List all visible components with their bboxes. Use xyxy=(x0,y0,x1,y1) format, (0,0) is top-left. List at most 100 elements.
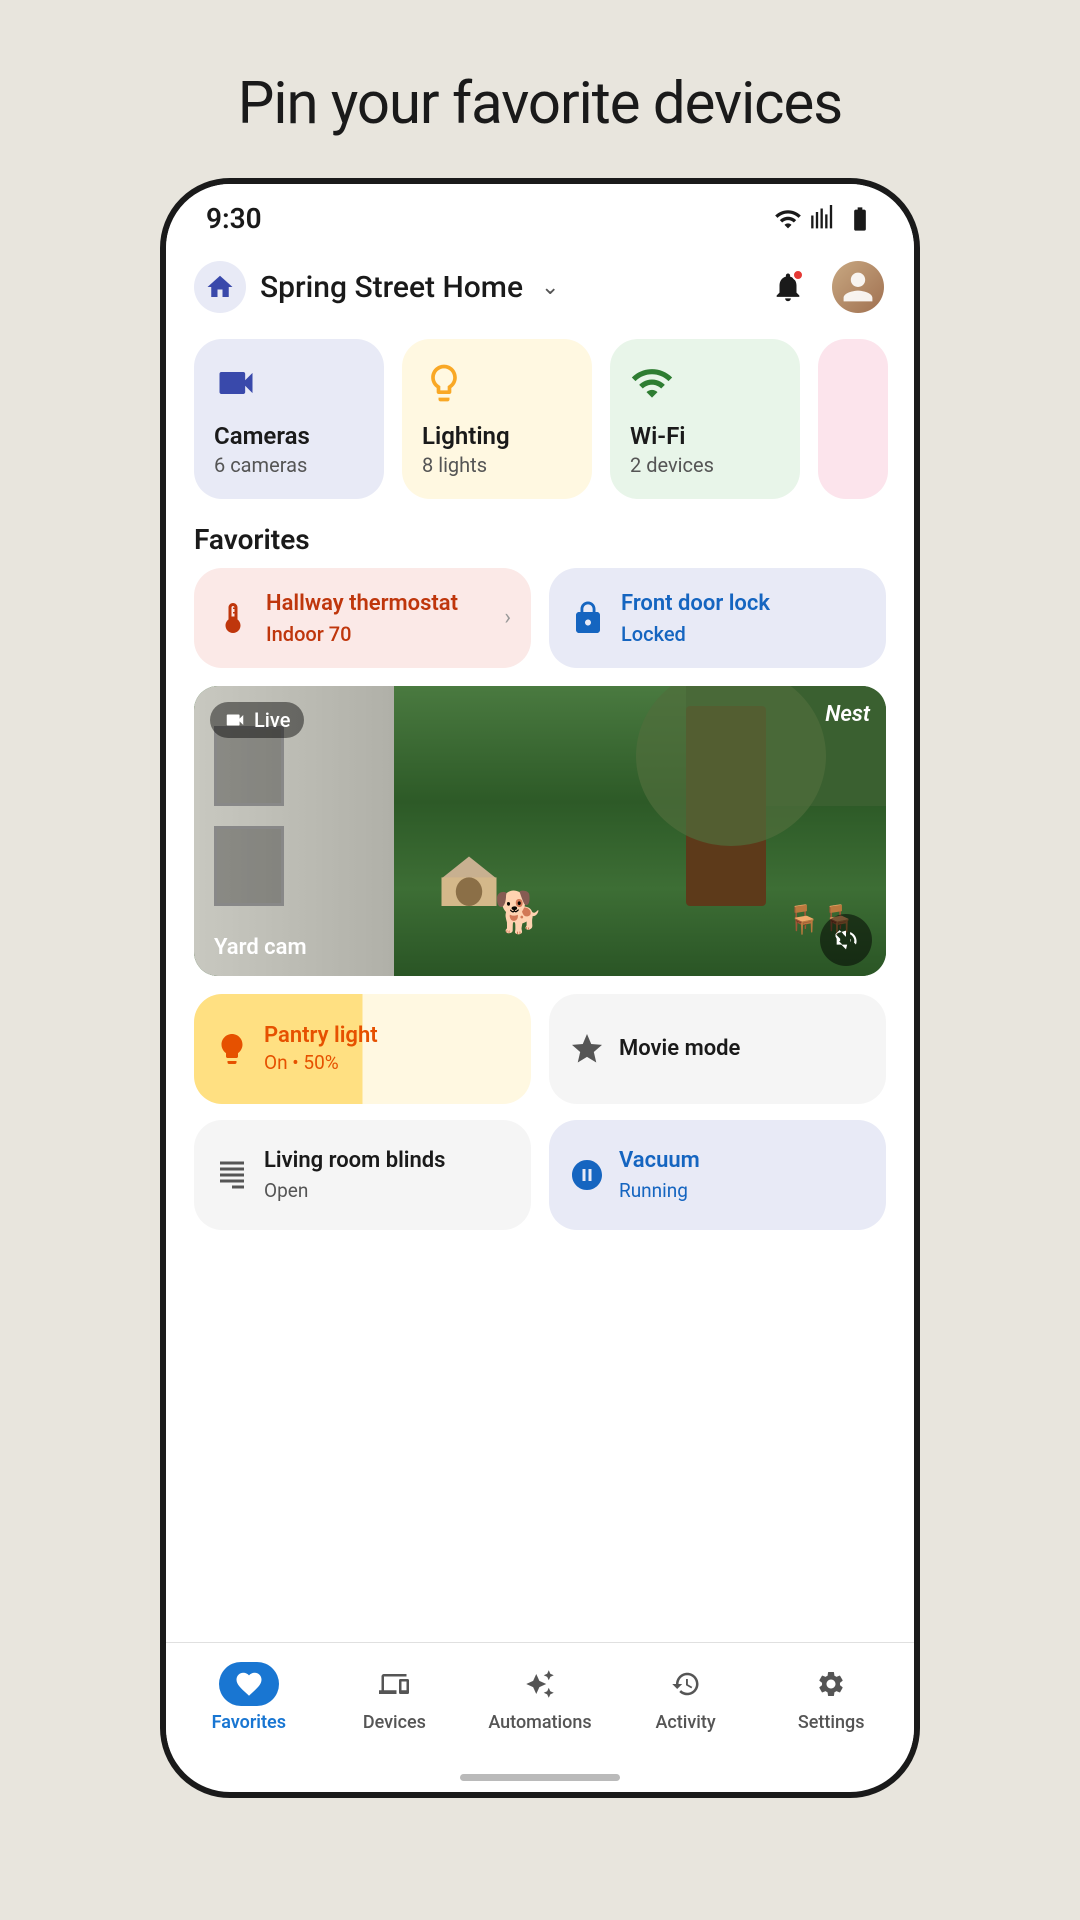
home-name: Spring Street Home xyxy=(260,270,523,305)
home-icon xyxy=(205,272,235,302)
vacuum-status: Running xyxy=(619,1179,700,1202)
camera-name: Yard cam xyxy=(214,935,307,960)
bulb-icon-wrap xyxy=(214,1031,250,1067)
live-label: Live xyxy=(254,708,290,732)
pantry-name: Pantry light xyxy=(264,1023,378,1048)
nav-settings[interactable]: Settings xyxy=(771,1662,891,1733)
sparkle-icon xyxy=(569,1031,605,1067)
devices-icon xyxy=(379,1669,409,1699)
lock-icon xyxy=(570,600,606,636)
settings-icon xyxy=(816,1669,846,1699)
category-card-partial[interactable] xyxy=(818,339,888,499)
category-card-wifi[interactable]: Wi-Fi 2 devices xyxy=(610,339,800,499)
status-time: 9:30 xyxy=(206,202,262,235)
camera-feed[interactable]: 🐕 🪑🪑 Live Nest Yard cam xyxy=(194,686,886,976)
favorites-row: Hallway thermostat Indoor 70 › Front doo… xyxy=(166,568,914,686)
lock-card[interactable]: Front door lock Locked xyxy=(549,568,886,668)
page-title: Pin your favorite devices xyxy=(238,70,842,138)
blinds-status: Open xyxy=(264,1179,446,1202)
camera-small-icon xyxy=(224,709,246,731)
vacuum-icon xyxy=(569,1157,605,1193)
blinds-icon-wrap xyxy=(214,1157,250,1193)
camera-tree-top xyxy=(636,686,826,846)
movie-name: Movie mode xyxy=(619,1036,740,1061)
thermostat-name: Hallway thermostat xyxy=(266,590,490,619)
camera-icon xyxy=(214,361,258,405)
nav-automations[interactable]: Automations xyxy=(480,1662,600,1733)
wifi-icon xyxy=(630,361,674,405)
nest-badge: Nest xyxy=(825,702,870,727)
app-header: Spring Street Home ⌄ xyxy=(166,245,914,329)
bottom-nav: Favorites Devices Automations xyxy=(166,1642,914,1762)
blinds-info: Living room blinds Open xyxy=(264,1147,446,1202)
movie-mode-card[interactable]: Movie mode xyxy=(549,994,886,1104)
thermostat-status: Indoor 70 xyxy=(266,622,490,646)
blinds-icon xyxy=(214,1157,250,1193)
thermostat-info: Hallway thermostat Indoor 70 xyxy=(266,590,490,646)
favorites-label: Favorites xyxy=(166,515,914,568)
mute-icon xyxy=(832,926,860,954)
thermostat-chevron: › xyxy=(504,605,511,630)
nav-activity-label: Activity xyxy=(655,1712,715,1733)
heart-icon xyxy=(234,1669,264,1699)
home-icon-bg xyxy=(194,261,246,313)
status-bar: 9:30 xyxy=(166,184,914,245)
nav-devices-icon-wrap xyxy=(364,1662,424,1706)
avatar[interactable] xyxy=(832,261,884,313)
vacuum-info: Vacuum Running xyxy=(619,1147,700,1202)
nav-automations-icon-wrap xyxy=(510,1662,570,1706)
vacuum-name: Vacuum xyxy=(619,1147,700,1176)
lighting-name: Lighting xyxy=(422,422,572,451)
signal-status-icon xyxy=(810,205,838,233)
camera-window-2 xyxy=(214,826,284,906)
phone-shell: 9:30 Spring xyxy=(160,178,920,1798)
lighting-icon xyxy=(422,361,466,405)
mute-button[interactable] xyxy=(820,914,872,966)
bell-button[interactable] xyxy=(764,263,812,311)
blinds-card[interactable]: Living room blinds Open xyxy=(194,1120,531,1230)
lower-row: Living room blinds Open Vacuum Running xyxy=(166,1120,914,1246)
camera-window-1 xyxy=(214,726,284,806)
nav-activity[interactable]: Activity xyxy=(626,1662,746,1733)
nav-devices[interactable]: Devices xyxy=(334,1662,454,1733)
wifi-count: 2 devices xyxy=(630,453,780,477)
status-icons xyxy=(774,205,874,233)
nav-devices-label: Devices xyxy=(363,1712,426,1733)
category-card-lighting[interactable]: Lighting 8 lights xyxy=(402,339,592,499)
nav-settings-label: Settings xyxy=(798,1712,865,1733)
chevron-down-icon: ⌄ xyxy=(541,275,559,300)
movie-info: Movie mode xyxy=(619,1036,740,1061)
pantry-light-card[interactable]: Pantry light On • 50% xyxy=(194,994,531,1104)
nav-favorites-icon-wrap xyxy=(219,1662,279,1706)
camera-dog: 🐕 xyxy=(494,889,544,936)
wifi-status-icon xyxy=(774,205,802,233)
cameras-name: Cameras xyxy=(214,422,364,451)
home-selector[interactable]: Spring Street Home ⌄ xyxy=(194,261,559,313)
vacuum-icon-wrap xyxy=(569,1157,605,1193)
categories-scroll: Cameras 6 cameras Lighting 8 lights xyxy=(166,329,914,515)
blinds-name: Living room blinds xyxy=(264,1147,446,1176)
header-actions xyxy=(764,261,884,313)
pantry-info: Pantry light On • 50% xyxy=(264,1023,378,1074)
bulb-icon xyxy=(214,1031,250,1067)
category-card-cameras[interactable]: Cameras 6 cameras xyxy=(194,339,384,499)
nav-activity-icon-wrap xyxy=(656,1662,716,1706)
nav-favorites-label: Favorites xyxy=(212,1712,286,1733)
nav-automations-label: Automations xyxy=(488,1712,591,1733)
lock-icon-wrap xyxy=(569,593,607,643)
live-badge: Live xyxy=(210,702,304,738)
battery-status-icon xyxy=(846,205,874,233)
nav-favorites[interactable]: Favorites xyxy=(189,1662,309,1733)
thermostat-icon xyxy=(215,600,251,636)
wifi-name: Wi-Fi xyxy=(630,422,780,451)
bottom-bar xyxy=(166,1762,914,1792)
automations-icon xyxy=(525,1669,555,1699)
cameras-count: 6 cameras xyxy=(214,453,364,477)
sparkle-icon-wrap xyxy=(569,1031,605,1067)
thermostat-card[interactable]: Hallway thermostat Indoor 70 › xyxy=(194,568,531,668)
lock-name: Front door lock xyxy=(621,590,866,619)
nav-settings-icon-wrap xyxy=(801,1662,861,1706)
home-indicator xyxy=(460,1774,620,1781)
vacuum-card[interactable]: Vacuum Running xyxy=(549,1120,886,1230)
lock-info: Front door lock Locked xyxy=(621,590,866,646)
